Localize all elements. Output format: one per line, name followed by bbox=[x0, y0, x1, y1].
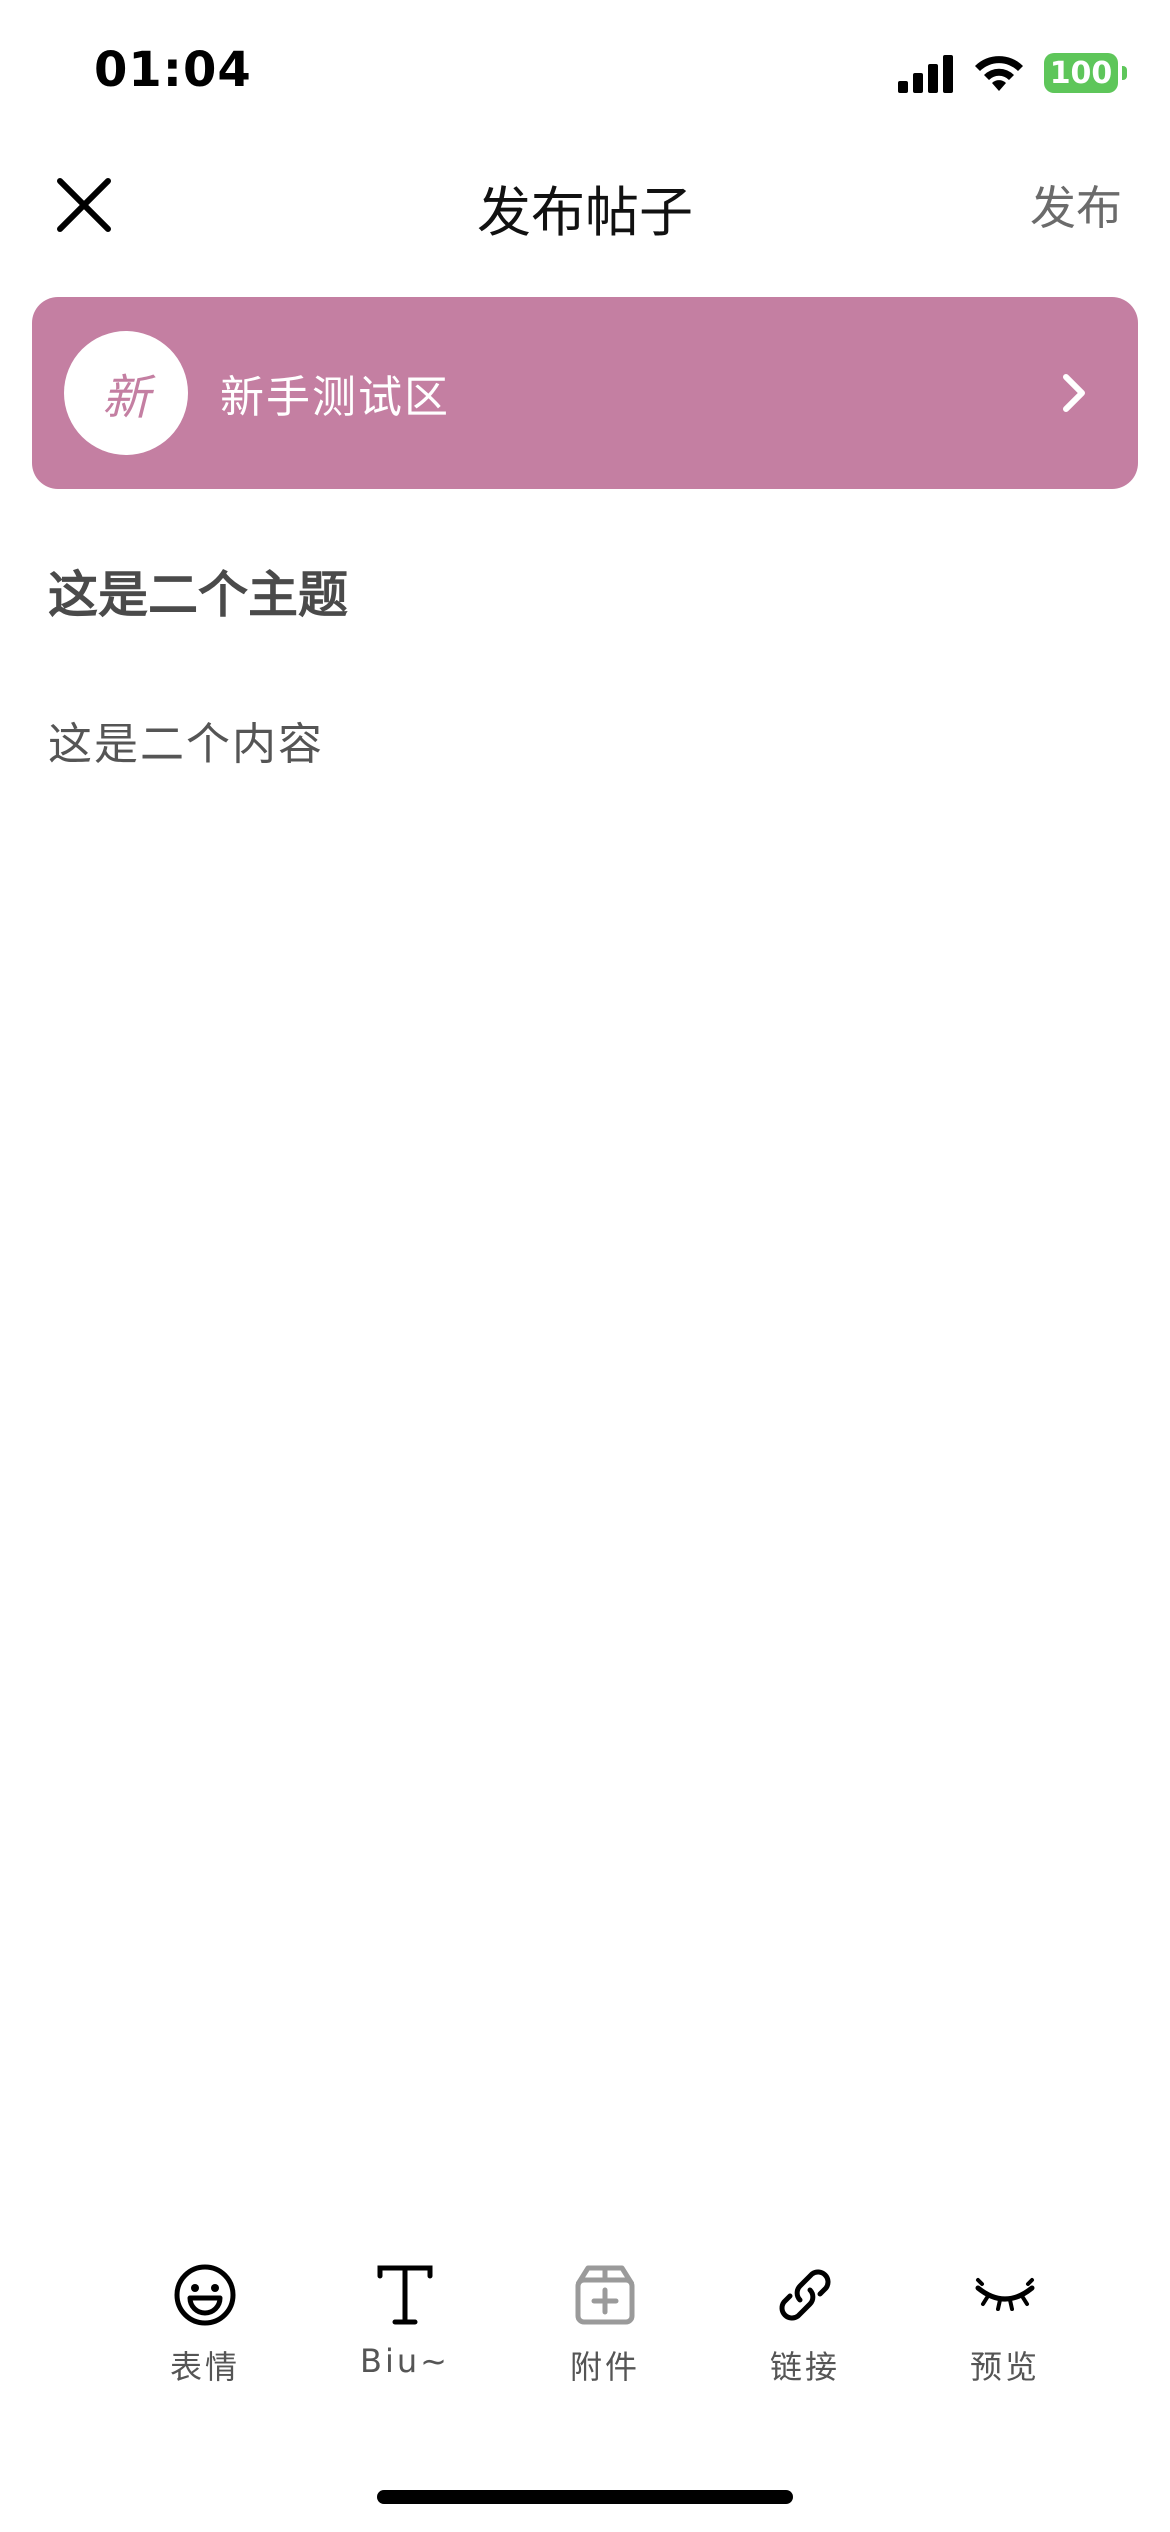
link-label: 链接 bbox=[769, 2348, 840, 2386]
wifi-icon bbox=[975, 56, 1023, 91]
attachment-label: 附件 bbox=[569, 2348, 640, 2386]
home-indicator[interactable] bbox=[377, 2490, 793, 2504]
battery-level: 100 bbox=[1049, 55, 1113, 91]
forum-name: 新手测试区 bbox=[220, 372, 450, 423]
link-icon bbox=[779, 2269, 831, 2321]
text-format-label: Biu~ bbox=[360, 2342, 450, 2380]
emoji-label: 表情 bbox=[169, 2348, 240, 2386]
attachment-box-icon bbox=[575, 2265, 635, 2325]
battery-icon: 100 bbox=[1044, 53, 1127, 93]
smile-icon bbox=[174, 2264, 236, 2326]
post-subject-field[interactable]: 这是二个主题 bbox=[48, 555, 348, 627]
page-title: 发布帖子 bbox=[477, 181, 693, 244]
text-format-icon bbox=[377, 2265, 433, 2325]
attachment-button[interactable]: 附件 bbox=[530, 2262, 680, 2392]
chevron-right-icon bbox=[1063, 374, 1085, 412]
status-indicators: 100 bbox=[898, 48, 1127, 98]
status-time: 01:04 bbox=[94, 42, 252, 98]
nav-bar: 发布帖子 发布 bbox=[0, 150, 1170, 260]
preview-button[interactable]: 预览 bbox=[930, 2262, 1080, 2392]
forum-avatar-char: 新 bbox=[101, 370, 150, 426]
status-bar: 01:04 100 bbox=[0, 0, 1170, 150]
link-button[interactable]: 链接 bbox=[730, 2262, 880, 2392]
publish-button[interactable]: 发布 bbox=[1030, 172, 1122, 238]
eye-closed-icon bbox=[975, 2278, 1035, 2311]
text-format-button[interactable]: Biu~ bbox=[330, 2262, 480, 2392]
preview-label: 预览 bbox=[969, 2348, 1040, 2386]
post-body-field[interactable]: 这是二个内容 bbox=[48, 708, 324, 772]
emoji-button[interactable]: 表情 bbox=[130, 2262, 280, 2392]
forum-selector[interactable]: 新 新手测试区 bbox=[32, 297, 1138, 489]
forum-avatar: 新 bbox=[64, 331, 188, 455]
editor-toolbar: 表情 Biu~ 附件 链接 预览 bbox=[130, 2262, 1080, 2392]
cellular-signal-icon bbox=[898, 55, 953, 93]
